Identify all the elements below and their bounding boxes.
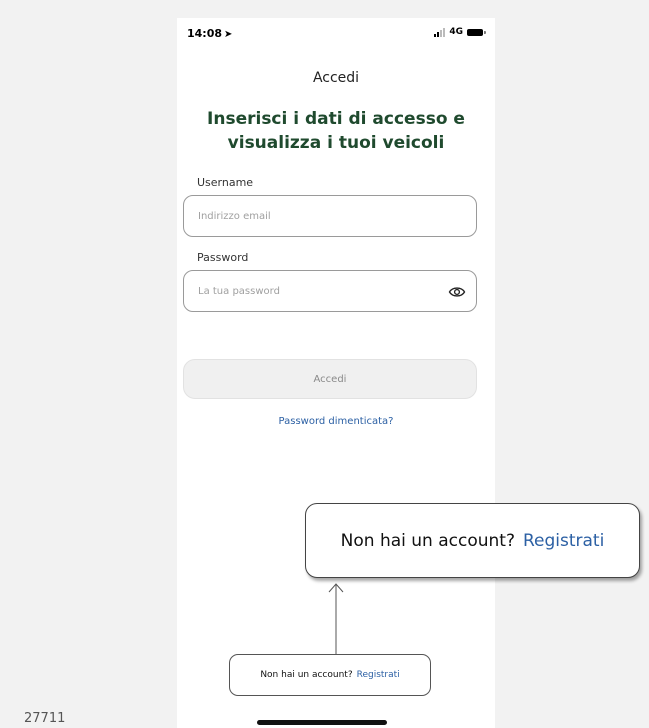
login-button[interactable]: Accedi [183, 359, 477, 399]
signup-prompt-zoomed: Non hai un account? Registrati [305, 503, 640, 578]
status-time-text: 14:08 [187, 27, 223, 40]
page-heading: Inserisci i dati di accesso e visualizza… [187, 107, 485, 155]
nav-title: Accedi [312, 70, 360, 86]
battery-icon [467, 28, 486, 36]
signup-link[interactable]: Registrati [357, 670, 400, 680]
password-label: Password [197, 251, 249, 264]
status-indicators: 4G [434, 27, 486, 37]
forgot-password-link[interactable]: Password dimenticata? [177, 416, 495, 427]
username-label: Username [197, 176, 254, 189]
figure-number: 27711 [24, 711, 66, 726]
status-time: 14:08 ➤ [187, 27, 232, 40]
username-input[interactable]: Indirizzo email [183, 195, 477, 237]
status-bar: 14:08 ➤ 4G [177, 18, 495, 46]
signal-icon [434, 27, 446, 37]
password-input[interactable]: La tua password [183, 270, 477, 312]
signup-prompt-zoomed-text: Non hai un account? [340, 530, 515, 551]
password-placeholder: La tua password [198, 285, 280, 297]
home-indicator [257, 720, 387, 725]
location-arrow-icon: ➤ [224, 29, 233, 40]
heading-line-1: Inserisci i dati di accesso e [207, 109, 465, 129]
signup-prompt-text: Non hai un account? [260, 670, 353, 680]
eye-icon[interactable] [448, 283, 466, 301]
network-type: 4G [449, 27, 463, 37]
heading-line-2: visualizza i tuoi veicoli [227, 133, 445, 153]
connector-arrow-icon [328, 583, 344, 655]
signup-zoomed-link[interactable]: Registrati [523, 531, 604, 551]
signup-prompt-original: Non hai un account? Registrati [229, 654, 431, 696]
username-placeholder: Indirizzo email [198, 210, 271, 222]
